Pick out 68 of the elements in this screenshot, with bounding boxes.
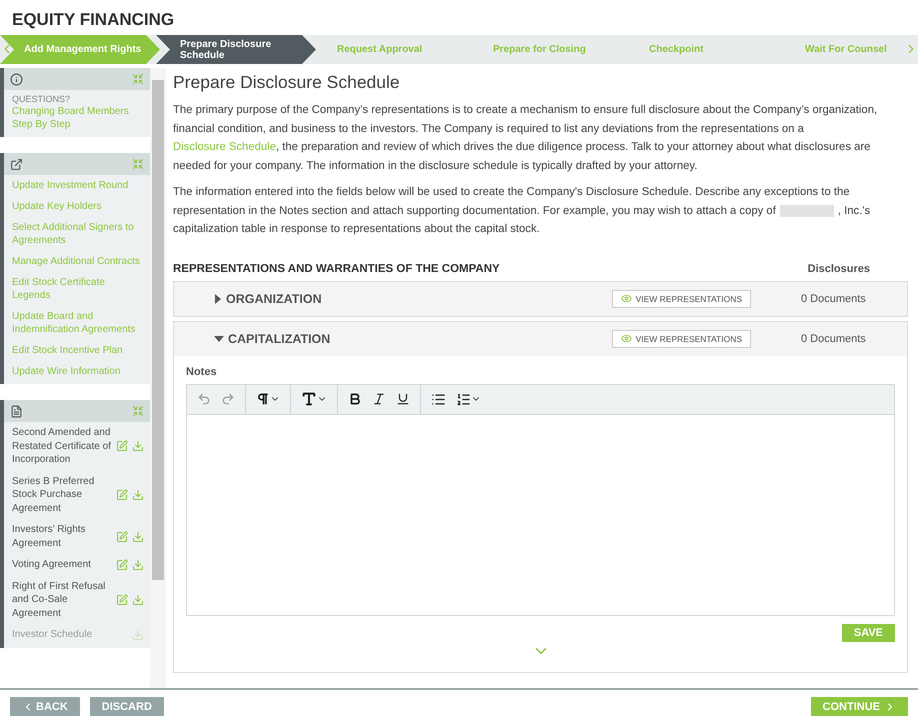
disclosures-header: Disclosures [808, 262, 870, 274]
disclosure-schedule-link[interactable]: Disclosure Schedule [173, 141, 276, 153]
download-icon[interactable] [132, 594, 144, 606]
edit-icon[interactable] [116, 488, 128, 501]
document-name: Second Amended and Restated Certificate of Incorporation [12, 426, 112, 466]
download-icon[interactable] [132, 558, 144, 571]
download-icon[interactable] [132, 488, 144, 501]
document-icon [10, 404, 23, 418]
page-title: EQUITY FINANCING [11, 9, 176, 31]
sidebar-link[interactable]: Edit Stock Certificate Legends [12, 276, 144, 302]
edit-icon[interactable] [116, 440, 128, 452]
external-link-icon [10, 158, 23, 170]
workflow-step[interactable]: Prepare Disclosure Schedule [156, 35, 316, 64]
redacted-block [780, 204, 834, 217]
instructions-paragraph: The information entered into the fields below will be used to create the Company's Disclosure Schedule. Describe any exceptions to the representation in the Notes section and attach supporting documentation. For example, you may wish to attach a copy of , Inc.'s capitalization table in response to representations about the capital stock. [173, 185, 872, 237]
eye-icon [620, 333, 632, 344]
intro-paragraph: The primary purpose of the Company’s representations is to create a mechanism to ensure full disclosure about the Company’s organization, financial condition, and business to the investors. The Company is required to list any deviations from the representations on a Disclosure Schedule, the preparation and review of which drives the due diligence process. Talk to your attorney about what disclosures are needed for your company. The information in the disclosure schedule is typically drafted by your attorney. [173, 103, 878, 174]
save-button[interactable]: SAVE [842, 624, 895, 642]
undo-icon[interactable] [197, 392, 211, 406]
workflow-step[interactable]: Add Management Rights [0, 35, 160, 64]
sidebar-link[interactable]: Update Investment Round [12, 179, 144, 192]
document-name: Voting Agreement [12, 558, 92, 572]
back-button[interactable]: BACK [10, 697, 80, 716]
section-toggle[interactable]: ORGANIZATION [214, 292, 612, 306]
documents-count: 0 Documents [801, 292, 867, 304]
collapse-icon[interactable] [132, 405, 144, 417]
panel-caption: QUESTIONS? [12, 94, 72, 104]
documents-count: 0 Documents [801, 332, 867, 344]
view-representations-button[interactable]: VIEW REPRESENTATIONS [612, 330, 751, 348]
sidebar-link[interactable]: Edit Stock Incentive Plan [12, 344, 144, 357]
underline-icon[interactable] [396, 392, 410, 406]
notes-label: Notes [186, 366, 218, 378]
download-icon[interactable] [132, 628, 144, 641]
scrollbar[interactable] [150, 68, 166, 688]
eye-icon [620, 293, 632, 304]
edit-icon[interactable] [116, 530, 128, 542]
download-icon[interactable] [132, 440, 144, 452]
edit-icon[interactable] [116, 558, 128, 571]
edit-icon[interactable] [116, 594, 128, 606]
document-name: Right of First Refusal and Co-Sale Agreement [12, 580, 106, 620]
sidebar-link[interactable]: Manage Additional Contracts [12, 255, 144, 268]
view-representations-button[interactable]: VIEW REPRESENTATIONS [612, 290, 751, 308]
collapse-icon[interactable] [132, 158, 144, 170]
sidebar-link[interactable]: Changing Board Members Step By Step [12, 105, 144, 131]
section-toggle[interactable]: CAPITALIZATION [214, 332, 612, 346]
document-name: Investor Schedule [12, 628, 94, 642]
sidebar-link[interactable]: Select Additional Signers to Agreements [12, 221, 144, 247]
sidebar-link[interactable]: Update Board and Indemnification Agreements [12, 310, 144, 336]
numbered-list-icon[interactable] [456, 392, 481, 406]
caret-right-icon [214, 294, 222, 304]
sidebar-link[interactable]: Update Key Holders [12, 200, 144, 213]
discard-button[interactable]: DISCARD [90, 697, 164, 716]
info-icon [10, 72, 23, 86]
representations-title: REPRESENTATIONS AND WARRANTIES OF THE COMPANY [173, 262, 500, 274]
caret-down-icon [214, 334, 224, 342]
section-heading: Prepare Disclosure Schedule [173, 72, 401, 93]
paragraph-icon[interactable] [256, 392, 280, 406]
continue-button[interactable]: CONTINUE [810, 697, 908, 716]
italic-icon[interactable] [372, 392, 386, 406]
collapse-icon[interactable] [132, 73, 144, 85]
document-name: Series B Preferred Stock Purchase Agreement [12, 474, 96, 515]
bold-icon[interactable] [348, 392, 362, 406]
font-icon[interactable] [301, 391, 327, 407]
sidebar-link[interactable]: Update Wire Information [12, 365, 144, 378]
redo-icon[interactable] [221, 392, 235, 406]
document-name: Investors’ Rights Agreement [12, 523, 87, 550]
download-icon[interactable] [132, 530, 144, 542]
bullet-list-icon[interactable] [431, 392, 446, 406]
